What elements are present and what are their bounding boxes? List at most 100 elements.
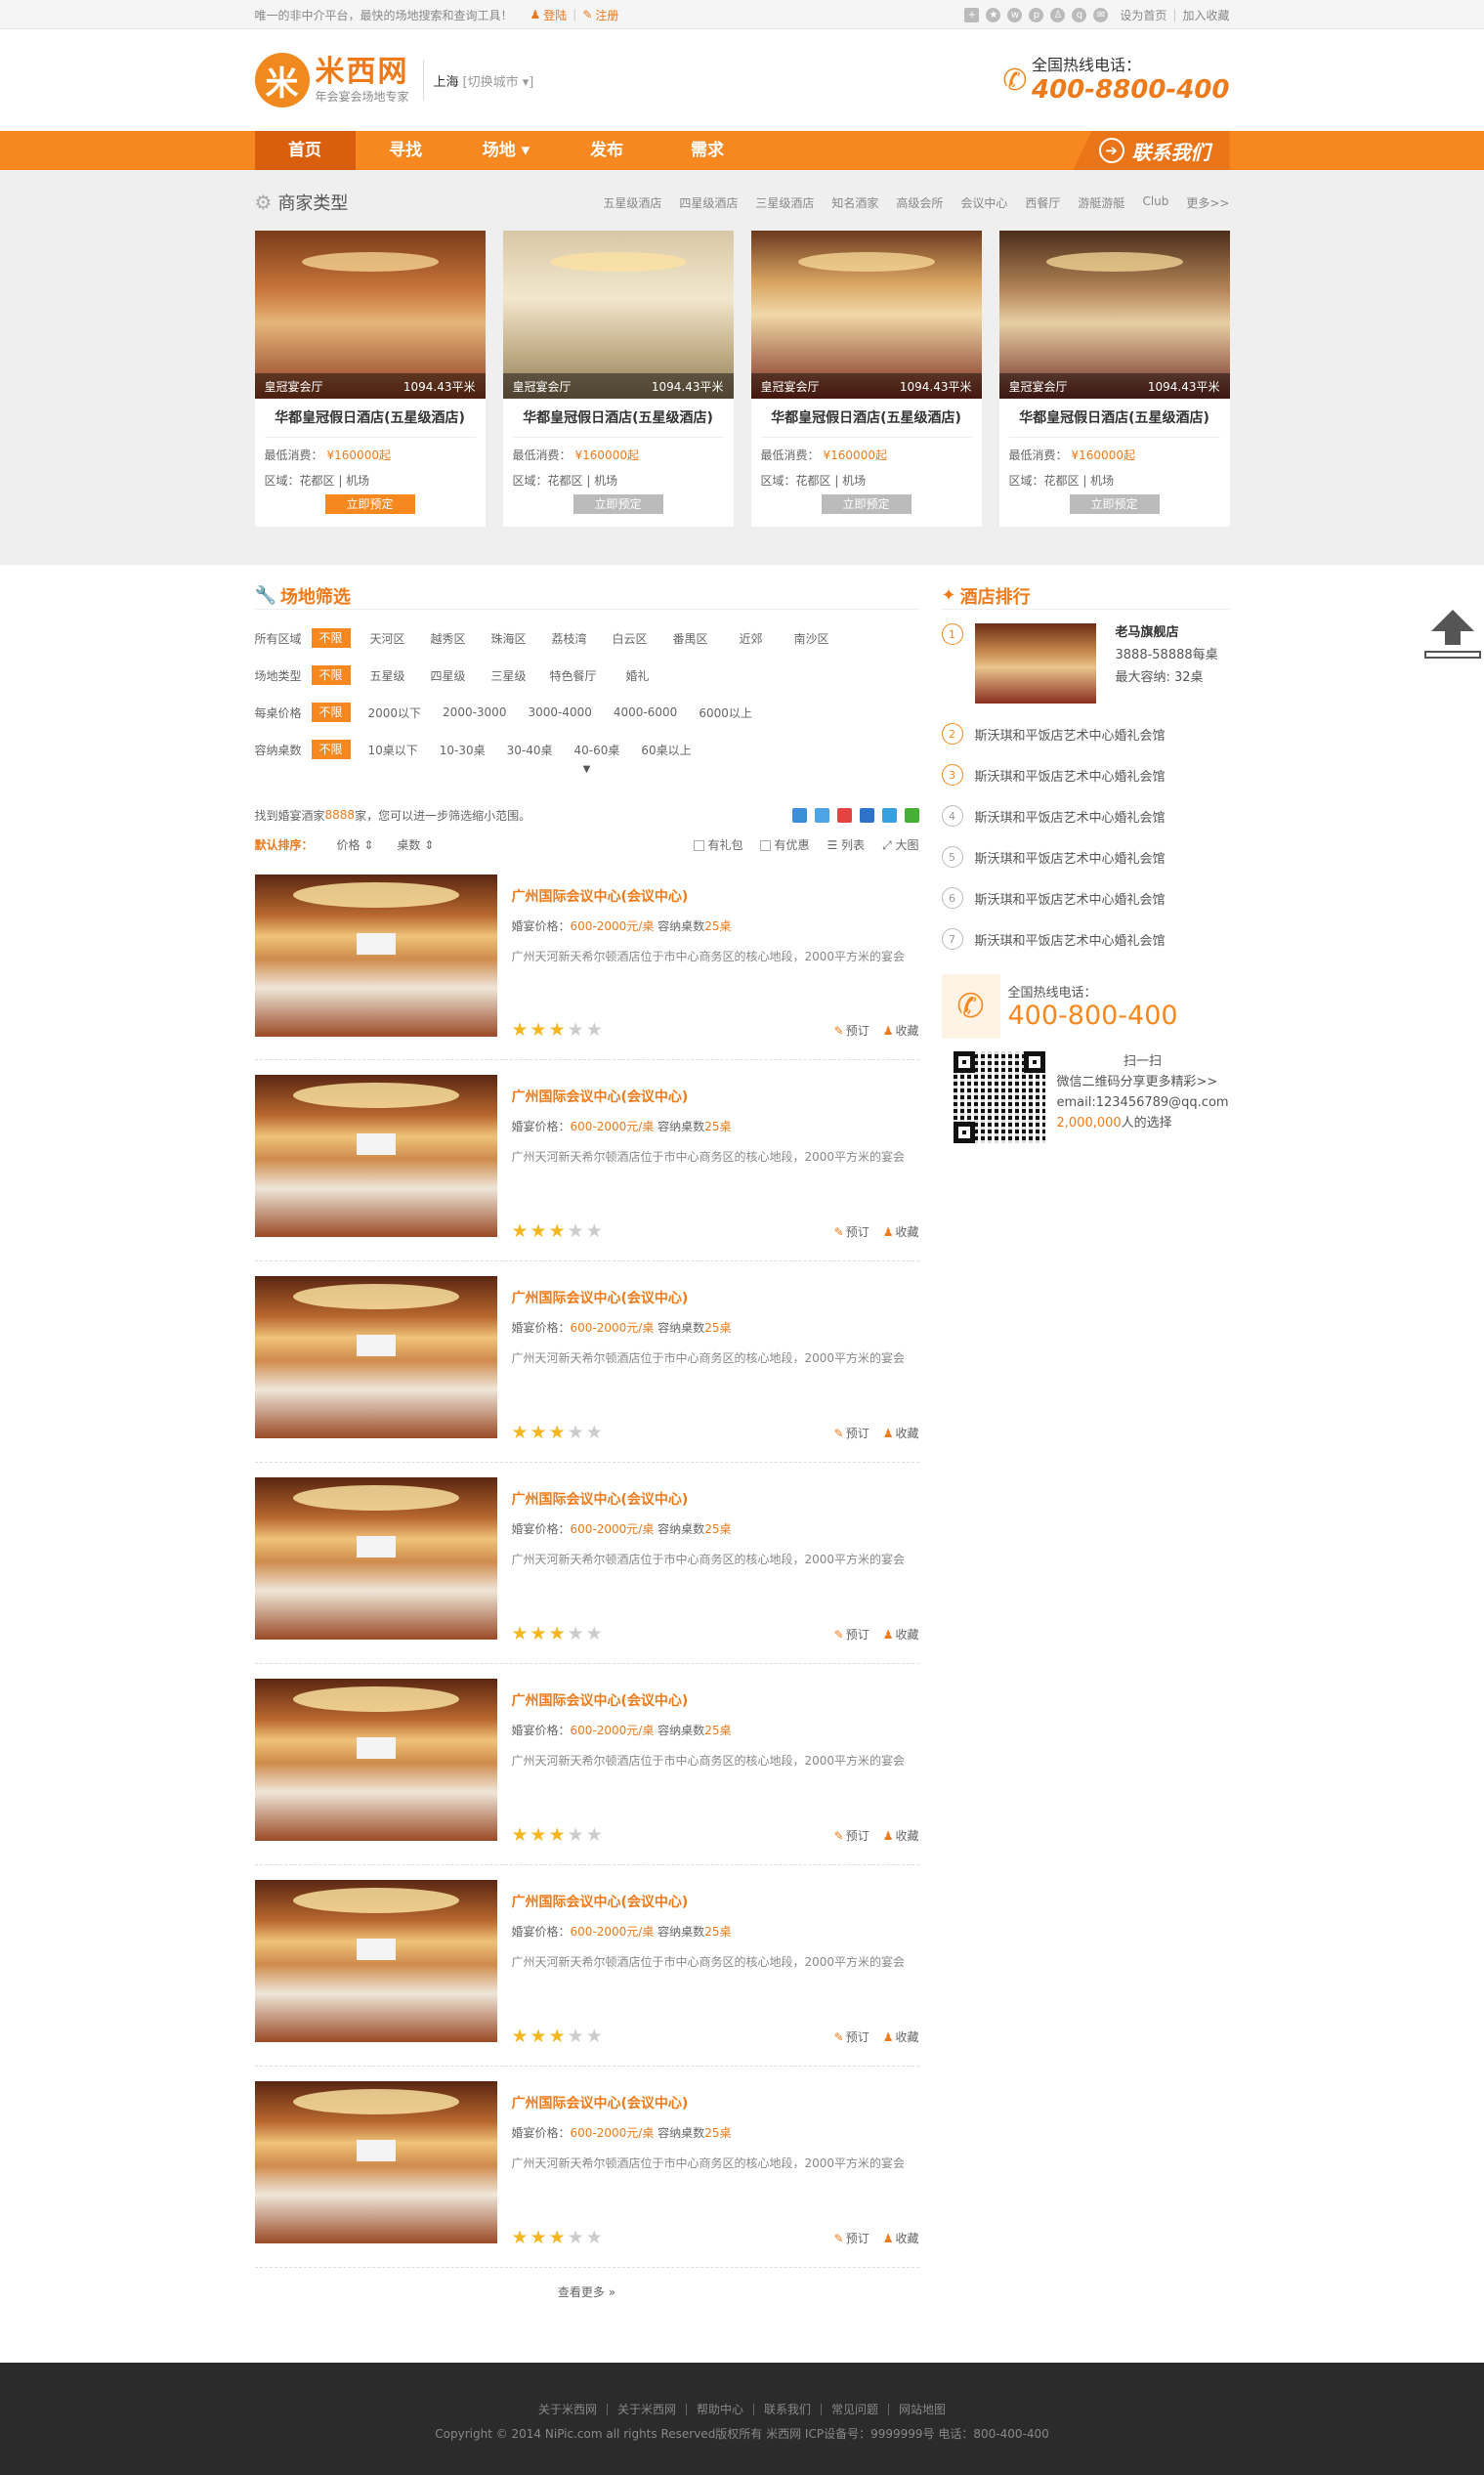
share-tencent-icon[interactable] (881, 807, 897, 823)
card-image[interactable]: 皇冠宴会厅 1094.43平米 (998, 231, 1230, 399)
venue-image[interactable] (254, 1276, 497, 1438)
venue-image[interactable] (254, 1679, 497, 1841)
rank-item[interactable]: 3 斯沃琪和平饭店艺术中心婚礼会馆 (941, 754, 1230, 795)
wechat-icon[interactable]: ✉ (1093, 7, 1109, 22)
filter-option[interactable]: 三星级 (486, 667, 532, 684)
nav-demand[interactable]: 需求 (657, 131, 758, 170)
qq-icon[interactable]: q (1072, 7, 1087, 22)
filter-option[interactable]: 4000-6000 (610, 705, 681, 719)
book-now-button[interactable]: 立即预定 (572, 494, 663, 514)
filter-option[interactable]: 五星级 (364, 667, 411, 684)
filter-option[interactable]: 婚礼 (615, 667, 661, 684)
filter-option[interactable]: 6000以上 (695, 704, 756, 721)
filter-option[interactable]: 40-60桌 (571, 742, 624, 758)
rank-hotel-image[interactable] (974, 623, 1096, 704)
card-image[interactable]: 皇冠宴会厅 1094.43平米 (502, 231, 734, 399)
filter-option[interactable]: 30-40桌 (503, 742, 557, 758)
venue-image[interactable] (254, 1477, 497, 1640)
filter-option[interactable]: 越秀区 (425, 630, 472, 647)
card-title[interactable]: 华都皇冠假日酒店(五星级酒店) (512, 399, 724, 438)
favorite-button[interactable]: ♟ 收藏 (883, 1425, 919, 1441)
filter-option[interactable]: 近郊 (728, 630, 775, 647)
merchant-card[interactable]: 皇冠宴会厅 1094.43平米 华都皇冠假日酒店(五星级酒店) 最低消费： ¥160… (502, 231, 734, 527)
venue-title[interactable]: 广州国际会议中心(会议中心) (512, 2093, 919, 2114)
card-title[interactable]: 华都皇冠假日酒店(五星级酒店) (760, 399, 972, 438)
share-weibo-icon[interactable] (836, 807, 852, 823)
register-link[interactable]: ✎ 注册 (582, 7, 618, 23)
person-icon[interactable]: ♙ (1050, 7, 1066, 22)
footer-link[interactable]: 联系我们 (753, 2404, 821, 2415)
venue-title[interactable]: 广州国际会议中心(会议中心) (512, 1892, 919, 1913)
type-link[interactable]: 高级会所 (896, 194, 943, 211)
card-image[interactable]: 皇冠宴会厅 1094.43平米 (254, 231, 486, 399)
filter-option[interactable]: 不限 (311, 703, 351, 722)
type-link[interactable]: 五星级酒店 (603, 194, 661, 211)
back-to-top-button[interactable] (1423, 610, 1482, 670)
favorite-button[interactable]: ♟ 收藏 (883, 1223, 919, 1240)
nav-home[interactable]: 首页 (254, 131, 356, 170)
rank-item-first[interactable]: 1 老马旗舰店 3888-58888每桌 最大容纳: 32桌 (941, 621, 1230, 713)
filter-option[interactable]: 白云区 (607, 630, 654, 647)
city-selector[interactable]: 上海 [切换城市 ▾] (422, 60, 533, 101)
contact-us-button[interactable]: ➔ 联系我们 (1073, 131, 1230, 170)
share-plus-icon[interactable] (791, 807, 807, 823)
filter-option[interactable]: 不限 (311, 740, 351, 759)
rank-item[interactable]: 5 斯沃琪和平饭店艺术中心婚礼会馆 (941, 836, 1230, 877)
venue-image[interactable] (254, 875, 497, 1037)
type-link[interactable]: 知名酒家 (831, 194, 878, 211)
nav-find[interactable]: 寻找 (356, 131, 456, 170)
filter-option[interactable]: 不限 (311, 665, 351, 685)
filter-option[interactable]: 珠海区 (486, 630, 532, 647)
filter-option[interactable]: 南沙区 (788, 630, 835, 647)
rank-hotel-name[interactable]: 老马旗舰店 (1116, 621, 1218, 644)
pin-icon[interactable]: p (1029, 7, 1044, 22)
favorite-button[interactable]: ♟ 收藏 (883, 1022, 919, 1039)
filter-option[interactable]: 3000-4000 (524, 705, 595, 719)
share-wechat-icon[interactable] (904, 807, 919, 823)
venue-image[interactable] (254, 1880, 497, 2042)
star-icon[interactable]: ★ (986, 7, 1001, 22)
filter-option[interactable]: 天河区 (364, 630, 411, 647)
merchant-card[interactable]: 皇冠宴会厅 1094.43平米 华都皇冠假日酒店(五星级酒店) 最低消费： ¥160… (254, 231, 486, 527)
footer-link[interactable]: 网站地图 (888, 2404, 955, 2415)
more-types-link[interactable]: 更多>> (1186, 194, 1229, 211)
favorite-button[interactable]: ♟ 收藏 (883, 1626, 919, 1643)
book-now-button[interactable]: 立即预定 (1069, 494, 1160, 514)
book-button[interactable]: ✎ 预订 (834, 1223, 869, 1240)
card-title[interactable]: 华都皇冠假日酒店(五星级酒店) (264, 399, 476, 438)
sort-tables[interactable]: 桌数 ⇕ (397, 836, 434, 853)
wechat-share-link[interactable]: 微信二维码分享更多精彩>> (1057, 1072, 1229, 1092)
filter-option[interactable]: 荔枝湾 (546, 630, 593, 647)
sort-price[interactable]: 价格 ⇕ (337, 836, 374, 853)
venue-image[interactable] (254, 1075, 497, 1237)
venue-image[interactable] (254, 2081, 497, 2243)
type-link[interactable]: Club (1142, 194, 1168, 211)
book-now-button[interactable]: 立即预定 (324, 494, 415, 514)
type-link[interactable]: 西餐厅 (1025, 194, 1060, 211)
filter-option[interactable]: 2000以下 (364, 704, 426, 721)
filter-option[interactable]: 2000-3000 (439, 705, 510, 719)
card-title[interactable]: 华都皇冠假日酒店(五星级酒店) (1008, 399, 1220, 438)
logo[interactable]: 米 米西网 年会宴会场地专家 (254, 53, 409, 107)
venue-title[interactable]: 广州国际会议中心(会议中心) (512, 1087, 919, 1108)
login-link[interactable]: ♟ 登陆 (530, 7, 568, 23)
type-link[interactable]: 游艇游艇 (1078, 194, 1124, 211)
filter-option[interactable]: 10-30桌 (436, 742, 489, 758)
rank-item[interactable]: 2 斯沃琪和平饭店艺术中心婚礼会馆 (941, 713, 1230, 754)
plus-icon[interactable]: + (964, 7, 980, 22)
venue-title[interactable]: 广州国际会议中心(会议中心) (512, 1690, 919, 1712)
type-link[interactable]: 四星级酒店 (679, 194, 738, 211)
merchant-card[interactable]: 皇冠宴会厅 1094.43平米 华都皇冠假日酒店(五星级酒店) 最低消费： ¥160… (750, 231, 982, 527)
has-gift-checkbox[interactable]: 有礼包 (694, 836, 742, 853)
footer-link[interactable]: 关于米西网 (606, 2404, 686, 2415)
book-now-button[interactable]: 立即预定 (821, 494, 912, 514)
rank-item[interactable]: 4 斯沃琪和平饭店艺术中心婚礼会馆 (941, 795, 1230, 836)
footer-link[interactable]: 关于米西网 (529, 2404, 607, 2415)
nav-publish[interactable]: 发布 (557, 131, 657, 170)
filter-option[interactable]: 10桌以下 (364, 742, 422, 758)
venue-title[interactable]: 广州国际会议中心(会议中心) (512, 1288, 919, 1309)
filter-option[interactable]: 番禺区 (667, 630, 714, 647)
sort-default[interactable]: 默认排序： (255, 836, 314, 853)
book-button[interactable]: ✎ 预订 (834, 1626, 869, 1643)
list-view-button[interactable]: ☰ 列表 (827, 836, 865, 853)
